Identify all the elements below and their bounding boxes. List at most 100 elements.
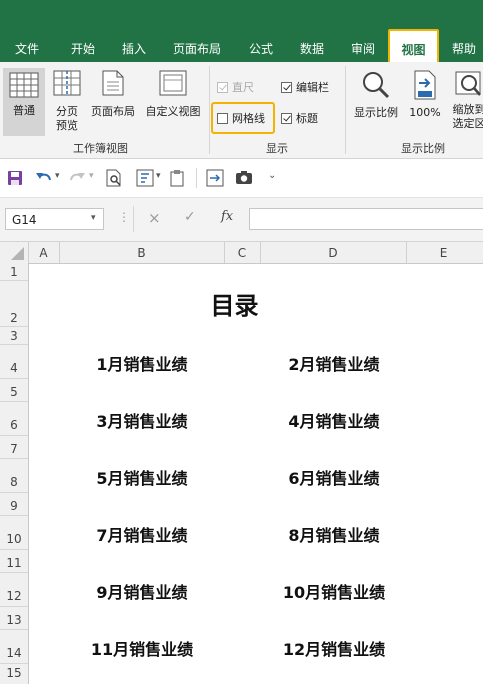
column-header-a[interactable]: A [28,246,59,260]
enter-icon[interactable]: ✓ [184,209,196,225]
save-icon[interactable] [7,170,23,186]
ruler-check-icon [217,82,228,93]
cancel-icon[interactable]: × [148,209,161,227]
zoom-label: 显示比例 [354,106,398,119]
page-layout-view-button[interactable]: 页面布局 [87,70,139,119]
name-box-value: G14 [12,213,37,227]
zoom-selection-label-2: 选定区 [452,117,483,130]
page-break-label-2: 预览 [56,119,78,132]
row-header[interactable]: 2 [0,311,28,325]
print-preview-icon[interactable] [106,169,122,187]
column-headers: A B C D E [0,242,483,264]
grip-icon: ⋮ [118,210,130,224]
tab-data[interactable]: 数据 [300,40,324,57]
tab-help[interactable]: 帮助 [452,40,476,57]
link-month-6[interactable]: 6月销售业绩 [254,465,414,489]
row-header[interactable]: 12 [0,589,28,603]
custom-views-button[interactable]: 自定义视图 [141,70,205,119]
column-header-b[interactable]: B [59,246,224,260]
redo-dropdown-icon[interactable]: ▾ [89,171,94,181]
tab-insert[interactable]: 插入 [122,40,146,57]
row-header[interactable]: 9 [0,499,28,513]
headings-label: 标题 [296,112,318,125]
paste-icon[interactable] [169,169,185,187]
row-header[interactable]: 7 [0,442,28,456]
formula-input[interactable] [249,208,483,230]
row-header[interactable]: 11 [0,556,28,570]
group-divider [345,66,346,154]
column-header-c[interactable]: C [224,246,260,260]
page-break-preview-icon [53,70,81,96]
freeze-panes-icon[interactable] [206,169,224,187]
ribbon: 普通 分页 预览 页面布局 自定义视图 工作簿视图 直尺 编辑栏 网格线 标题 … [0,62,483,159]
row-divider [0,435,28,436]
undo-dropdown-icon[interactable]: ▾ [55,171,60,181]
link-month-4[interactable]: 4月销售业绩 [254,408,414,432]
undo-icon[interactable] [35,170,53,186]
row-header[interactable]: 10 [0,532,28,546]
redo-icon[interactable] [68,170,86,186]
sort-dropdown-icon[interactable]: ▾ [156,171,161,181]
ruler-label: 直尺 [232,81,254,94]
camera-icon[interactable] [235,170,253,185]
tab-formulas[interactable]: 公式 [249,40,273,57]
link-month-5[interactable]: 5月销售业绩 [62,465,222,489]
select-all-button[interactable] [0,242,28,263]
zoom-selection-label-1: 缩放到 [452,103,483,116]
link-month-12[interactable]: 12月销售业绩 [254,636,414,660]
ruler-checkbox[interactable]: 直尺 [217,79,254,95]
formula-bar-label: 编辑栏 [296,81,329,94]
gridlines-check-icon [217,113,228,124]
link-month-3[interactable]: 3月销售业绩 [62,408,222,432]
column-header-e[interactable]: E [406,246,481,260]
tab-home[interactable]: 开始 [71,40,95,57]
zoom-button[interactable]: 显示比例 [350,70,402,120]
page-break-preview-button[interactable]: 分页 预览 [50,70,84,133]
tab-review[interactable]: 审阅 [351,40,375,57]
link-month-9[interactable]: 9月销售业绩 [62,579,222,603]
zoom-100-button[interactable]: 100% [406,70,444,120]
link-month-10[interactable]: 10月销售业绩 [254,579,414,603]
insert-function-icon[interactable]: fx [221,209,233,224]
row-header[interactable]: 13 [0,613,28,627]
headings-check-icon [281,113,292,124]
row-header[interactable]: 14 [0,646,28,660]
row-divider [0,572,28,573]
row-divider [0,549,28,550]
link-month-7[interactable]: 7月销售业绩 [62,522,222,546]
select-all-triangle-icon [11,247,24,260]
gridlines-checkbox[interactable]: 网格线 [217,110,265,126]
row-header[interactable]: 1 [0,265,28,279]
column-header-d[interactable]: D [260,246,406,260]
row-header[interactable]: 3 [0,329,28,343]
zoom-to-selection-button[interactable]: 缩放到 选定区 [446,70,483,131]
page-layout-label: 页面布局 [91,105,135,118]
headings-checkbox[interactable]: 标题 [281,110,318,126]
tab-page-layout[interactable]: 页面布局 [173,40,221,57]
row-header[interactable]: 4 [0,361,28,375]
group-label-workbook-views: 工作簿视图 [73,142,128,155]
magnifier-icon [363,72,390,99]
link-month-2[interactable]: 2月销售业绩 [254,351,414,375]
link-month-8[interactable]: 8月销售业绩 [254,522,414,546]
link-month-1[interactable]: 1月销售业绩 [62,351,222,375]
row-header[interactable]: 15 [0,666,28,680]
row-header[interactable]: 6 [0,418,28,432]
formula-bar: G14 ▾ ⋮ × ✓ fx [0,198,483,242]
link-month-11[interactable]: 11月销售业绩 [62,636,222,660]
tab-file[interactable]: 文件 [15,40,39,57]
name-box[interactable]: G14 ▾ [5,208,104,230]
tab-view-label: 视图 [401,43,426,57]
row-divider [0,492,28,493]
row-divider [0,663,28,664]
customize-toolbar-icon[interactable]: ⌄ [268,170,276,181]
normal-view-button[interactable]: 普通 [3,68,45,136]
row-header[interactable]: 8 [0,475,28,489]
zoom-100-label: 100% [409,106,441,119]
sort-icon[interactable] [136,169,154,187]
row-header[interactable]: 5 [0,385,28,399]
formula-bar-checkbox[interactable]: 编辑栏 [281,79,329,95]
ribbon-tab-bar: 文件 开始 插入 页面布局 公式 数据 审阅 视图 帮助 [0,0,483,67]
name-box-dropdown-icon[interactable]: ▾ [91,213,96,223]
row-divider [0,378,28,379]
